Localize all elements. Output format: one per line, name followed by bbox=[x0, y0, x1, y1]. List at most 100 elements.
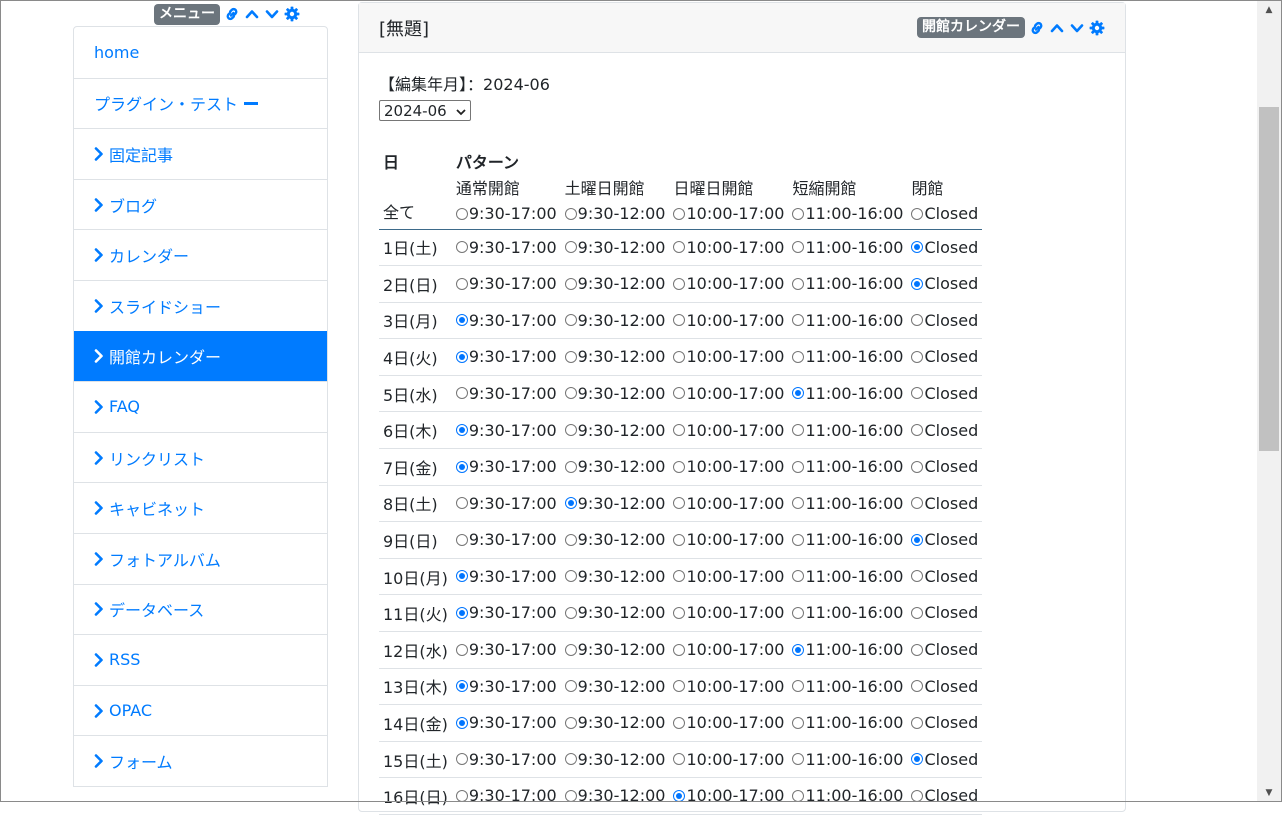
all-pattern-radio[interactable]: 10:00-17:00 bbox=[673, 204, 784, 223]
radio-button[interactable] bbox=[792, 314, 805, 327]
menu-item[interactable]: フォーム bbox=[74, 735, 327, 786]
day-pattern-radio[interactable]: Closed bbox=[911, 677, 978, 696]
radio-button[interactable] bbox=[792, 606, 805, 619]
day-pattern-radio[interactable]: 10:00-17:00 bbox=[673, 567, 784, 586]
day-pattern-radio[interactable]: 10:00-17:00 bbox=[673, 311, 784, 330]
radio-button[interactable] bbox=[564, 533, 577, 546]
day-pattern-radio[interactable]: Closed bbox=[911, 640, 978, 659]
scrollbar-thumb[interactable] bbox=[1259, 107, 1279, 451]
day-pattern-radio[interactable]: 10:00-17:00 bbox=[673, 603, 784, 622]
radio-button[interactable] bbox=[673, 314, 686, 327]
radio-button[interactable] bbox=[673, 716, 686, 729]
radio-button[interactable] bbox=[911, 643, 924, 656]
all-pattern-radio[interactable]: 9:30-12:00 bbox=[564, 204, 665, 223]
menu-item[interactable]: キャビネット bbox=[74, 482, 327, 533]
day-pattern-radio[interactable]: Closed bbox=[911, 530, 978, 549]
radio-button[interactable] bbox=[911, 424, 924, 437]
radio-button[interactable] bbox=[911, 241, 924, 254]
day-pattern-radio[interactable]: 9:30-12:00 bbox=[564, 640, 665, 659]
radio-button[interactable] bbox=[564, 606, 577, 619]
day-pattern-radio[interactable]: 9:30-12:00 bbox=[564, 274, 665, 293]
day-pattern-radio[interactable]: 11:00-16:00 bbox=[792, 567, 903, 586]
day-pattern-radio[interactable]: 10:00-17:00 bbox=[673, 677, 784, 696]
day-pattern-radio[interactable]: 9:30-12:00 bbox=[564, 530, 665, 549]
radio-button[interactable] bbox=[564, 789, 577, 802]
menu-item[interactable]: カレンダー bbox=[74, 229, 327, 280]
day-pattern-radio[interactable]: 9:30-12:00 bbox=[564, 421, 665, 440]
day-pattern-radio[interactable]: 11:00-16:00 bbox=[792, 494, 903, 513]
radio-button[interactable] bbox=[564, 241, 577, 254]
day-pattern-radio[interactable]: Closed bbox=[911, 274, 978, 293]
day-pattern-radio[interactable]: 9:30-12:00 bbox=[564, 238, 665, 257]
radio-button[interactable] bbox=[911, 789, 924, 802]
menu-item[interactable]: ブログ bbox=[74, 178, 327, 230]
day-pattern-radio[interactable]: 9:30-17:00 bbox=[455, 311, 557, 330]
scroll-down-arrow[interactable]: ▼ bbox=[1257, 784, 1281, 801]
radio-button[interactable] bbox=[455, 716, 468, 729]
day-pattern-radio[interactable]: 10:00-17:00 bbox=[673, 530, 784, 549]
radio-button[interactable] bbox=[911, 460, 924, 473]
radio-button[interactable] bbox=[911, 350, 924, 363]
day-pattern-radio[interactable]: 11:00-16:00 bbox=[792, 238, 903, 257]
day-pattern-radio[interactable]: Closed bbox=[911, 311, 978, 330]
day-pattern-radio[interactable]: 9:30-17:00 bbox=[455, 603, 557, 622]
radio-button[interactable] bbox=[455, 241, 468, 254]
day-pattern-radio[interactable]: 9:30-17:00 bbox=[455, 567, 557, 586]
radio-button[interactable] bbox=[564, 570, 577, 583]
radio-button[interactable] bbox=[455, 753, 468, 766]
radio-button[interactable] bbox=[673, 350, 686, 363]
radio-button[interactable] bbox=[455, 314, 468, 327]
radio-button[interactable] bbox=[455, 460, 468, 473]
radio-button[interactable] bbox=[564, 643, 577, 656]
day-pattern-radio[interactable]: 10:00-17:00 bbox=[673, 238, 784, 257]
day-pattern-radio[interactable]: 9:30-12:00 bbox=[564, 311, 665, 330]
day-pattern-radio[interactable]: 9:30-17:00 bbox=[455, 713, 557, 732]
day-pattern-radio[interactable]: Closed bbox=[911, 238, 978, 257]
menu-item[interactable]: スライドショー bbox=[74, 279, 327, 331]
day-pattern-radio[interactable]: 9:30-12:00 bbox=[564, 457, 665, 476]
day-pattern-radio[interactable]: 9:30-12:00 bbox=[564, 347, 665, 366]
radio-button[interactable] bbox=[792, 497, 805, 510]
menu-item[interactable]: プラグイン・テスト bbox=[74, 77, 327, 129]
day-pattern-radio[interactable]: 10:00-17:00 bbox=[673, 274, 784, 293]
all-pattern-radio[interactable]: Closed bbox=[911, 204, 978, 223]
radio-button[interactable] bbox=[455, 643, 468, 656]
day-pattern-radio[interactable]: 9:30-12:00 bbox=[564, 750, 665, 769]
radio-button[interactable] bbox=[673, 424, 686, 437]
radio-button[interactable] bbox=[673, 680, 686, 693]
radio-button[interactable] bbox=[564, 424, 577, 437]
day-pattern-radio[interactable]: 9:30-17:00 bbox=[455, 457, 557, 476]
radio-button[interactable] bbox=[673, 387, 686, 400]
menu-item[interactable]: home bbox=[74, 27, 327, 78]
radio-button[interactable] bbox=[564, 716, 577, 729]
radio-button[interactable] bbox=[673, 606, 686, 619]
day-pattern-radio[interactable]: 11:00-16:00 bbox=[792, 603, 903, 622]
day-pattern-radio[interactable]: 9:30-17:00 bbox=[455, 750, 557, 769]
radio-button[interactable] bbox=[792, 277, 805, 290]
radio-button[interactable] bbox=[673, 533, 686, 546]
day-pattern-radio[interactable]: Closed bbox=[911, 421, 978, 440]
day-pattern-radio[interactable]: 10:00-17:00 bbox=[673, 786, 784, 805]
link-icon[interactable] bbox=[1029, 20, 1045, 36]
page-scrollbar[interactable]: ▲ ▼ bbox=[1257, 1, 1281, 801]
day-pattern-radio[interactable]: 9:30-12:00 bbox=[564, 713, 665, 732]
menu-item[interactable]: データベース bbox=[74, 583, 327, 635]
day-pattern-radio[interactable]: 9:30-12:00 bbox=[564, 494, 665, 513]
menu-item[interactable]: 固定記事 bbox=[74, 128, 327, 179]
menu-item[interactable]: フォトアルバム bbox=[74, 532, 327, 584]
radio-button[interactable] bbox=[792, 753, 805, 766]
radio-button[interactable] bbox=[673, 277, 686, 290]
menu-item[interactable]: リンクリスト bbox=[74, 431, 327, 483]
day-pattern-radio[interactable]: 9:30-12:00 bbox=[564, 603, 665, 622]
radio-button[interactable] bbox=[792, 570, 805, 583]
day-pattern-radio[interactable]: Closed bbox=[911, 603, 978, 622]
radio-button[interactable] bbox=[455, 277, 468, 290]
day-pattern-radio[interactable]: 11:00-16:00 bbox=[792, 274, 903, 293]
radio-button[interactable] bbox=[911, 606, 924, 619]
radio-button[interactable] bbox=[455, 570, 468, 583]
radio-button[interactable] bbox=[564, 350, 577, 363]
radio-button[interactable] bbox=[792, 460, 805, 473]
day-pattern-radio[interactable]: Closed bbox=[911, 786, 978, 805]
scroll-up-arrow[interactable]: ▲ bbox=[1257, 1, 1281, 18]
day-pattern-radio[interactable]: 9:30-17:00 bbox=[455, 384, 557, 403]
